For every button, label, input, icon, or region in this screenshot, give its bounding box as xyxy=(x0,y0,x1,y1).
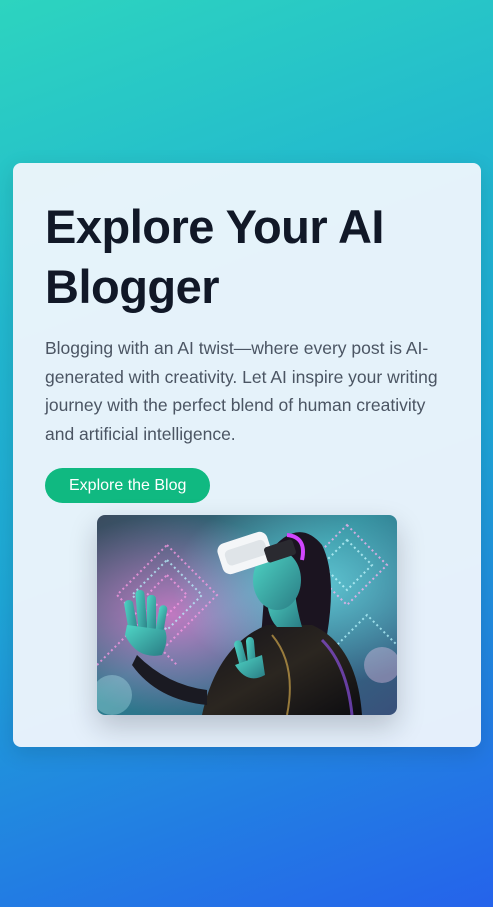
hero-image-vr-headset xyxy=(97,515,397,715)
hero-card: Explore Your AI Blogger Blogging with an… xyxy=(13,163,481,747)
hero-title: Explore Your AI Blogger xyxy=(45,200,385,313)
hero-description: Blogging with an AI twist—where every po… xyxy=(45,338,438,444)
explore-blog-button[interactable]: Explore the Blog xyxy=(45,468,211,503)
